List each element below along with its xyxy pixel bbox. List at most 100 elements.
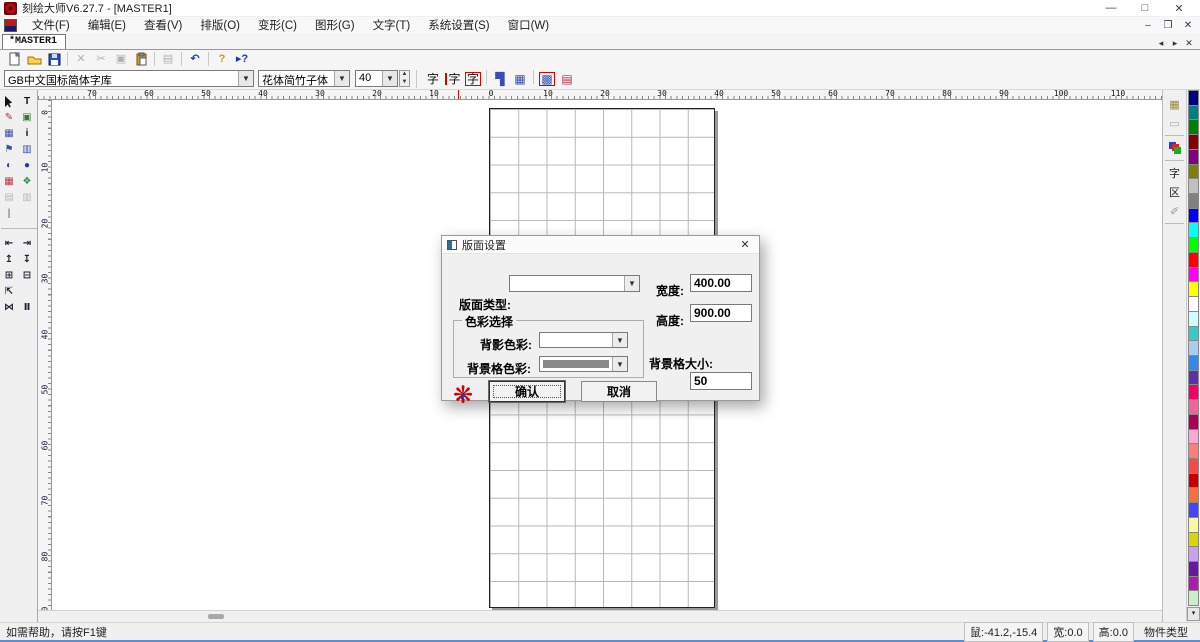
mdi-close-button[interactable]: ✕ (1178, 20, 1198, 31)
page-type-combobox[interactable]: ▼ (509, 275, 640, 292)
new-button[interactable] (4, 51, 24, 67)
tab-close-button[interactable]: ✕ (1182, 38, 1196, 49)
color-swatch-10[interactable] (1188, 222, 1199, 237)
mdi-minimize-button[interactable]: – (1138, 20, 1158, 31)
grid-select-button[interactable]: ▩ (537, 70, 557, 88)
close-button[interactable]: ✕ (1162, 2, 1196, 15)
color-swatch-16[interactable] (1188, 311, 1199, 326)
chevron-down-icon[interactable]: ▼ (238, 71, 253, 86)
color-swatch-17[interactable] (1188, 326, 1199, 341)
dialog-title-bar[interactable]: 版面设置 ✕ (442, 236, 759, 254)
color-swatch-9[interactable] (1188, 208, 1199, 223)
color-swatch-6[interactable] (1188, 164, 1199, 179)
text-tool[interactable]: T (19, 94, 36, 109)
undo-button[interactable]: ↶ (185, 51, 205, 67)
print-tool[interactable]: ▤ (1, 190, 18, 205)
color-swatch-34[interactable] (1188, 576, 1199, 591)
context-help-button[interactable]: ▸? (232, 51, 252, 67)
color-swatch-2[interactable] (1188, 105, 1199, 120)
ellipse-tool[interactable]: ● (19, 158, 36, 173)
align-left-button[interactable]: ⇤ (1, 236, 18, 251)
space-v-button[interactable]: Ⅱ (19, 300, 36, 315)
color-swatch-23[interactable] (1188, 414, 1199, 429)
color-swatch-20[interactable] (1188, 370, 1199, 385)
color-swatch-26[interactable] (1188, 458, 1199, 473)
color-swatch-8[interactable] (1188, 193, 1199, 208)
maximize-button[interactable]: □ (1128, 2, 1162, 15)
layout-corner-button[interactable]: ▜ (490, 70, 510, 88)
color-swatch-3[interactable] (1188, 119, 1199, 134)
red-grid-tool[interactable]: ▦ (1, 174, 18, 189)
edit-panel-button[interactable]: ✐ (1165, 202, 1185, 220)
menu-item-6[interactable]: 图形(G) (306, 16, 364, 34)
color-swatch-29[interactable] (1188, 502, 1199, 517)
ok-button[interactable]: 确认 (489, 381, 565, 402)
color-swatch-11[interactable] (1188, 237, 1199, 252)
font-size-combobox[interactable]: 40 ▼ (355, 70, 398, 87)
chevron-down-icon[interactable]: ▼ (334, 71, 349, 86)
align-bottom-button[interactable]: ↧ (19, 252, 36, 267)
font-size-stepper[interactable]: ▲▼ (399, 70, 410, 87)
color-swatch-28[interactable] (1188, 487, 1199, 502)
color-swatch-4[interactable] (1188, 134, 1199, 149)
cancel-button[interactable]: 取消 (581, 381, 657, 402)
font-normal-button[interactable]: 字 (423, 70, 443, 88)
color-swatch-13[interactable] (1188, 267, 1199, 282)
region-panel-button[interactable]: 区 (1165, 183, 1185, 201)
tab-prev-button[interactable]: ◂ (1154, 38, 1168, 49)
menu-item-1[interactable]: 文件(F) (23, 16, 79, 34)
tab-next-button[interactable]: ▸ (1168, 38, 1182, 49)
color-swatch-1[interactable] (1188, 90, 1199, 105)
minimize-button[interactable]: — (1094, 2, 1128, 15)
color-swatch-27[interactable] (1188, 473, 1199, 488)
snap-corner-button[interactable]: ⇱ (1, 284, 18, 299)
menu-item-9[interactable]: 窗口(W) (499, 16, 559, 34)
font-panel-button[interactable]: 字 (1165, 164, 1185, 182)
chevron-down-icon[interactable]: ▼ (612, 333, 627, 347)
two-tone-ellipse-tool[interactable]: ◐ (1, 158, 18, 173)
vertical-bar-tool[interactable]: | (1, 206, 18, 221)
chevron-down-icon[interactable]: ▼ (612, 357, 627, 371)
mesh-tool[interactable]: ▦ (1, 126, 18, 141)
grid-stripes-button[interactable]: ▤ (557, 70, 577, 88)
menu-item-4[interactable]: 排版(O) (191, 16, 249, 34)
color-swatch-22[interactable] (1188, 399, 1199, 414)
save-button[interactable] (44, 51, 64, 67)
palette-more-button[interactable]: ▾ (1187, 607, 1200, 621)
mdi-restore-button[interactable]: ❒ (1158, 20, 1178, 31)
menu-item-3[interactable]: 查看(V) (135, 16, 191, 34)
width-input[interactable] (690, 274, 752, 292)
menu-item-7[interactable]: 文字(T) (364, 16, 420, 34)
color-swatch-15[interactable] (1188, 296, 1199, 311)
space-h-button[interactable]: ⋈ (1, 300, 18, 315)
scrollbar-thumb[interactable] (208, 614, 224, 619)
grid-color-combobox[interactable]: ▼ (539, 356, 628, 372)
layout-grid-button[interactable]: ▦ (510, 70, 530, 88)
color-swatch-18[interactable] (1188, 340, 1199, 355)
color-swatch-25[interactable] (1188, 443, 1199, 458)
color-swatch-14[interactable] (1188, 281, 1199, 296)
italic-tool[interactable]: i (19, 126, 36, 141)
color-swatch-19[interactable] (1188, 355, 1199, 370)
print-preview-tool[interactable]: ▥ (19, 190, 36, 205)
table-panel-button[interactable]: ▦ (1165, 95, 1185, 113)
flag-tool[interactable]: ⚑ (1, 142, 18, 157)
color-swatch-30[interactable] (1188, 517, 1199, 532)
height-input[interactable] (690, 304, 752, 322)
center-v-button[interactable]: ⊟ (19, 268, 36, 283)
color-swatch-21[interactable] (1188, 384, 1199, 399)
center-h-button[interactable]: ⊞ (1, 268, 18, 283)
color-swatch-35[interactable] (1188, 590, 1199, 606)
menu-item-8[interactable]: 系统设置(S) (419, 16, 498, 34)
menu-item-2[interactable]: 编辑(E) (79, 16, 135, 34)
color-swatch-31[interactable] (1188, 532, 1199, 547)
color-swatch-7[interactable] (1188, 178, 1199, 193)
paste-button[interactable] (131, 51, 151, 67)
color-swatch-24[interactable] (1188, 429, 1199, 444)
frame-panel-button[interactable]: ▭ (1165, 114, 1185, 132)
align-right-button[interactable]: ⇥ (19, 236, 36, 251)
color-swatch-33[interactable] (1188, 561, 1199, 576)
color-swatch-12[interactable] (1188, 252, 1199, 267)
color-panel-button[interactable] (1165, 139, 1185, 157)
image-tool[interactable]: ▣ (19, 110, 36, 125)
